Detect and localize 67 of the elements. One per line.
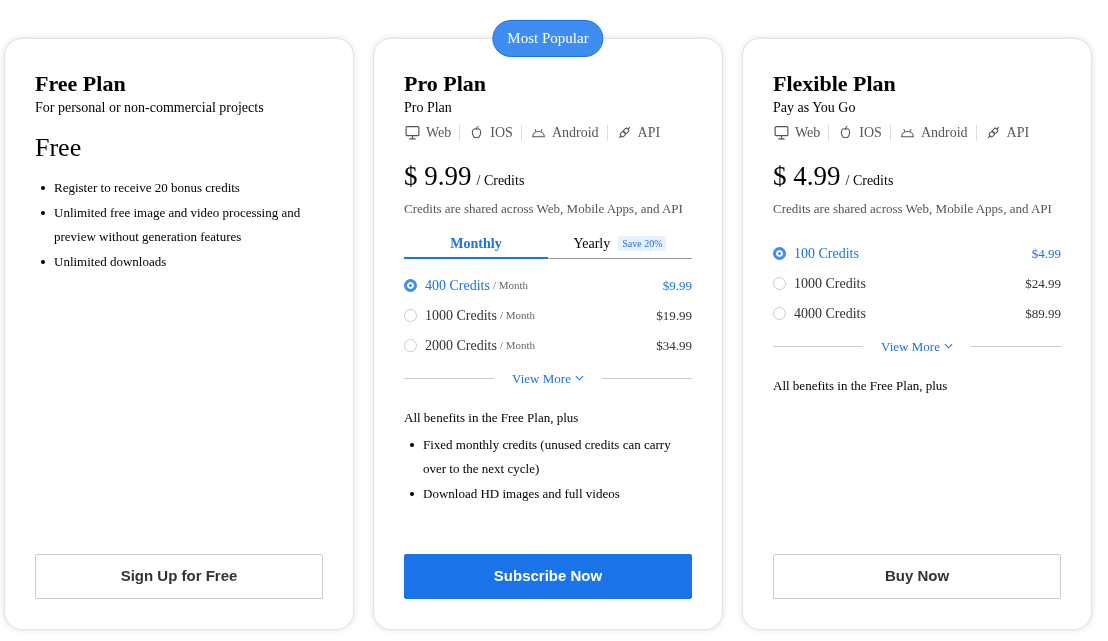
plan-button[interactable]: Buy Now [773, 554, 1061, 599]
option-price: $89.99 [1025, 304, 1061, 323]
benefit-text: Unlimited downloads [54, 252, 167, 271]
price-amount: $ 9.99 [404, 160, 472, 193]
option-price: $19.99 [656, 306, 692, 325]
option-price: $24.99 [1025, 274, 1061, 293]
bullet-icon [41, 259, 45, 264]
platform-label: IOS [859, 124, 882, 142]
credit-option-label: 100 Credits [794, 245, 859, 263]
platform-label: API [637, 124, 661, 142]
radio-button[interactable] [404, 309, 417, 322]
platform-label: Android [920, 124, 968, 142]
period-label: / Month [499, 338, 536, 354]
benefits-intro: All benefits in the Free Plan, plus [404, 409, 580, 427]
benefit-text: Download HD images and full videos [423, 484, 620, 503]
plan-button[interactable]: Subscribe Now [404, 554, 692, 599]
credit-option-label: 1000 Credits [794, 275, 866, 293]
bullet-icon [41, 210, 45, 215]
option-price: $4.99 [1031, 244, 1061, 263]
radio-button[interactable] [773, 247, 786, 260]
plan-button[interactable]: Sign Up for Free [35, 554, 323, 599]
credit-option-label: 4000 Credits [794, 305, 866, 323]
platform-label: API [1006, 124, 1030, 142]
option-price: $9.99 [662, 276, 692, 295]
discount-tag: Save 20% [618, 236, 667, 251]
period-label: / Month [499, 308, 536, 324]
credit-option-label: 1000 Credits [425, 307, 497, 325]
benefit-text: Fixed monthly credits (unused credits can carry over to the next cycle) [423, 435, 672, 478]
credits-note: Credits are shared across Web, Mobile Apps, and API [404, 200, 684, 218]
chevron-down-icon [943, 343, 953, 350]
radio-button[interactable] [773, 307, 786, 320]
plan-subtitle: For personal or non-commercial projects [35, 99, 265, 117]
credit-option-label: 400 Credits [425, 277, 490, 295]
plan-subtitle: Pay as You Go [773, 99, 857, 117]
bullet-icon [410, 442, 414, 447]
credits-note: Credits are shared across Web, Mobile Apps, and API [773, 200, 1053, 218]
plan-title: Free Plan [35, 71, 127, 97]
view-more-link[interactable]: View More [863, 336, 971, 356]
radio-button[interactable] [404, 279, 417, 292]
platform-label: Web [426, 124, 452, 142]
price-amount: $ 4.99 [773, 160, 841, 193]
radio-button[interactable] [773, 277, 786, 290]
platform-label: IOS [490, 124, 513, 142]
billing-tab[interactable]: Monthly [404, 230, 548, 259]
monitor-icon [404, 124, 421, 141]
plan-title: Flexible Plan [773, 71, 897, 97]
view-more-link[interactable]: View More [494, 368, 602, 388]
option-price: $34.99 [656, 336, 692, 355]
bullet-icon [410, 491, 414, 496]
radio-button[interactable] [404, 339, 417, 352]
price-unit: / Credits [845, 172, 894, 190]
price-unit: / Credits [476, 172, 525, 190]
benefit-text: Register to receive 20 bonus credits [54, 179, 240, 197]
period-label: / Month [492, 278, 529, 294]
benefit-text: Unlimited free image and video processing and preview without generation features [54, 203, 302, 246]
price-amount: Free [35, 132, 82, 164]
popular-badge: Most Popular [492, 20, 604, 57]
platform-label: Web [795, 124, 821, 142]
bullet-icon [41, 186, 45, 191]
chevron-down-icon [574, 375, 584, 382]
platform-label: Android [551, 124, 599, 142]
benefits-intro: All benefits in the Free Plan, plus [773, 377, 949, 395]
plan-title: Pro Plan [404, 71, 488, 97]
plan-subtitle: Pro Plan [404, 99, 453, 117]
billing-tab[interactable]: Yearly Save 20% [548, 230, 692, 259]
credit-option-label: 2000 Credits [425, 337, 497, 355]
monitor-icon [773, 124, 790, 141]
